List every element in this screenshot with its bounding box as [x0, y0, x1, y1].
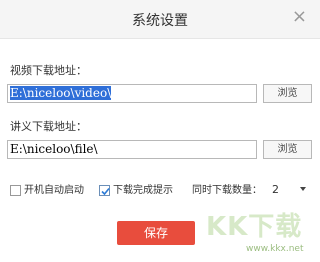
concurrent-downloads-value: 2 — [272, 183, 279, 196]
check-icon — [101, 187, 110, 196]
watermark-url: www.kkx.net — [246, 244, 304, 254]
video-path-input[interactable]: E:\niceloo\video\ — [7, 84, 257, 103]
save-button[interactable]: 保存 — [117, 221, 195, 245]
settings-dialog: 系统设置 × 视频下载地址： E:\niceloo\video\ 浏览 讲义下载… — [0, 0, 320, 262]
video-download-label: 视频下载地址： — [10, 64, 87, 77]
concurrent-downloads-label: 同时下载数量： — [192, 185, 262, 196]
video-path-value: E:\niceloo\video\ — [10, 86, 112, 100]
concurrent-downloads-select[interactable]: 2 — [268, 181, 314, 199]
watermark-text: KK下载 — [206, 212, 303, 242]
autostart-label: 开机自动启动 — [24, 185, 84, 196]
lecture-download-label: 讲义下载地址： — [10, 120, 87, 133]
lecture-path-input[interactable]: E:\niceloo\file\ — [7, 140, 257, 159]
title-bar: 系统设置 × — [0, 0, 320, 39]
lecture-browse-button[interactable]: 浏览 — [263, 140, 312, 159]
watermark: KK下载 www.kkx.net — [200, 206, 318, 262]
download-complete-checkbox[interactable] — [99, 185, 110, 196]
lecture-path-value: E:\niceloo\file\ — [10, 142, 98, 156]
autostart-checkbox[interactable] — [10, 185, 21, 196]
download-complete-label: 下载完成提示 — [113, 185, 173, 196]
chevron-down-icon — [300, 187, 306, 191]
close-icon[interactable]: × — [292, 8, 307, 26]
dialog-title: 系统设置 — [132, 13, 188, 29]
video-browse-button[interactable]: 浏览 — [263, 84, 312, 103]
